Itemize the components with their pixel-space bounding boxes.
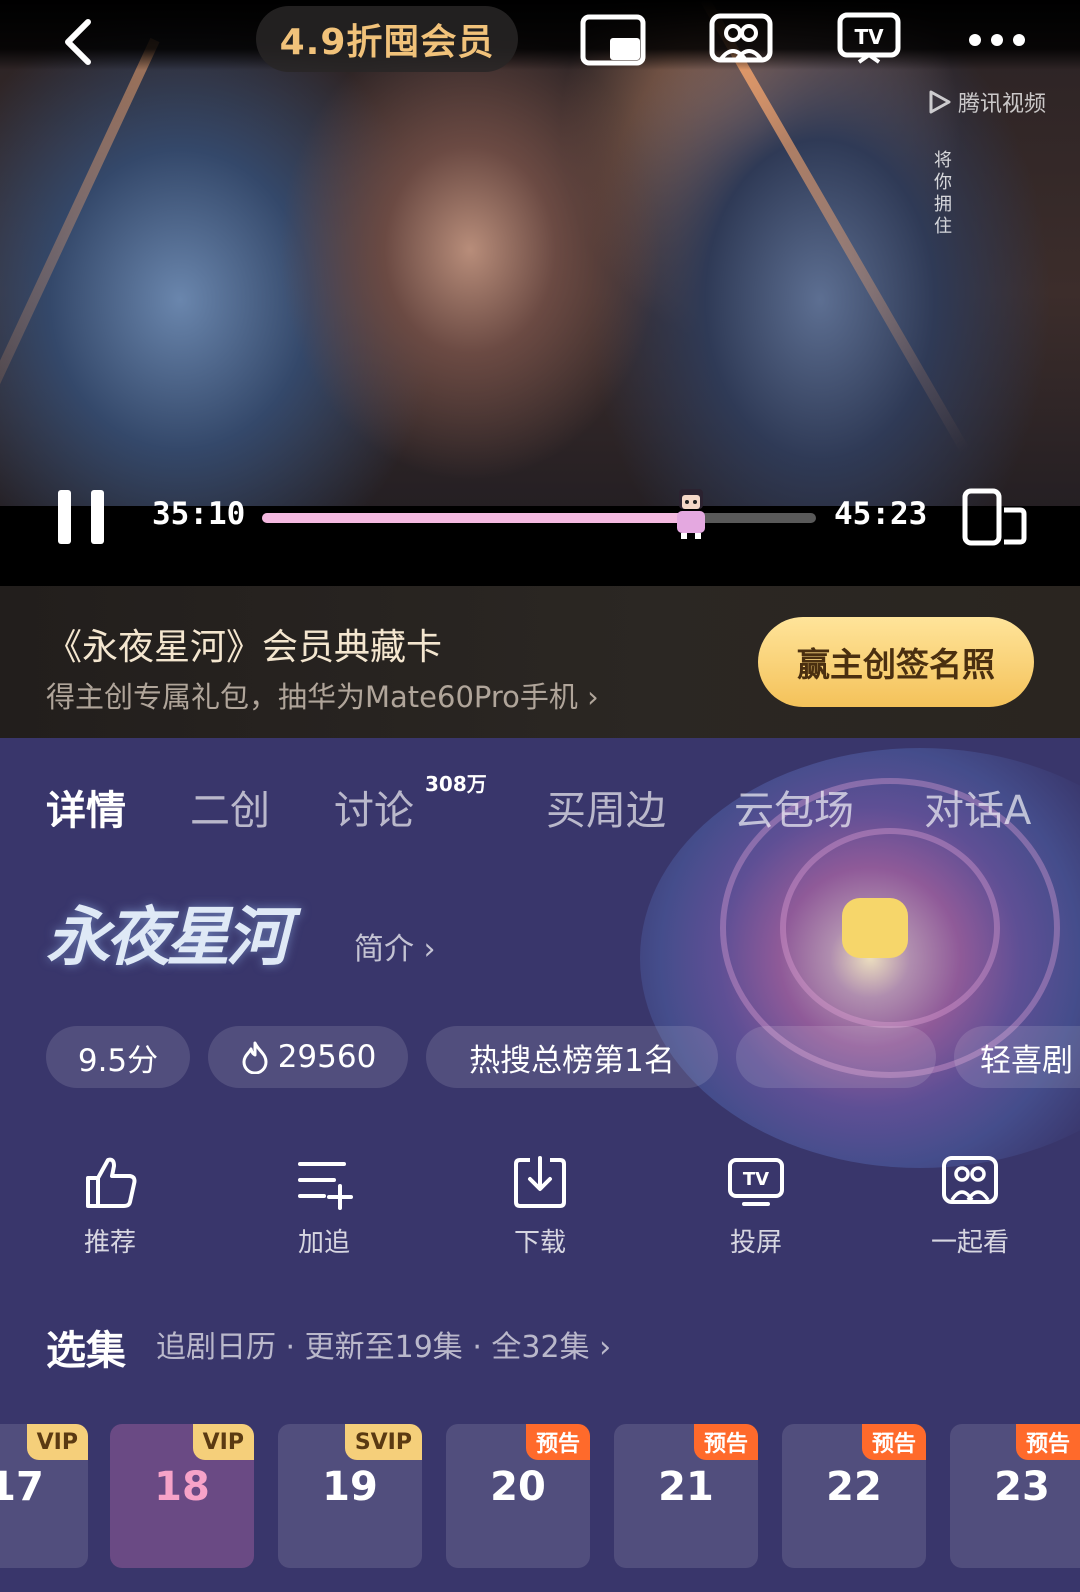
- episode-card[interactable]: 预告 20: [446, 1424, 590, 1568]
- membership-card-banner[interactable]: 《永夜星河》会员典藏卡 得主创专属礼包，抽华为Mate60Pro手机 › 赢主创…: [0, 586, 1080, 738]
- more-options-button[interactable]: [962, 10, 1032, 70]
- heat-chip[interactable]: 29560: [208, 1026, 408, 1088]
- more-dots-icon: [969, 34, 1025, 46]
- pause-button[interactable]: [56, 488, 106, 546]
- flame-icon: [242, 1041, 268, 1074]
- video-player[interactable]: 4.9折囤会员 TV 腾讯视频 将你拥住 35:10 45:23: [0, 0, 1080, 586]
- tab-fan-creations[interactable]: 二创: [190, 778, 270, 836]
- tencent-video-watermark: 腾讯视频: [926, 86, 1046, 118]
- preview-tag: 预告: [525, 1424, 590, 1460]
- episode-number: 17: [0, 1464, 44, 1510]
- vip-tag: VIP: [26, 1424, 88, 1460]
- current-time: 35:10: [152, 496, 246, 532]
- banner-subtitle-link[interactable]: 得主创专属礼包，抽华为Mate60Pro手机 ›: [46, 674, 599, 716]
- add-to-watchlist-button[interactable]: 加追: [264, 1152, 384, 1259]
- svip-tag: SVIP: [344, 1424, 422, 1460]
- top-gradient: [0, 0, 1080, 70]
- win-signed-photo-button[interactable]: 赢主创签名照: [758, 617, 1034, 707]
- vip-tag: VIP: [192, 1424, 254, 1460]
- discussion-count-badge: 308万: [425, 772, 487, 796]
- membership-promo-button[interactable]: 4.9折囤会员: [256, 6, 518, 72]
- back-button[interactable]: [48, 12, 108, 72]
- tv-cast-top-button[interactable]: TV: [834, 10, 904, 70]
- genre-chip[interactable]: 轻喜剧: [954, 1026, 1080, 1088]
- blank-chip[interactable]: [736, 1026, 936, 1088]
- total-time: 45:23: [834, 496, 928, 532]
- watch-together-button[interactable]: 一起看: [910, 1152, 1030, 1259]
- episode-section-title: 选集: [46, 1328, 126, 1374]
- episode-subtitle-vertical: 将你拥住: [934, 150, 952, 237]
- episode-card[interactable]: 预告 22: [782, 1424, 926, 1568]
- watch-together-top-button[interactable]: [706, 10, 776, 70]
- svg-text:TV: TV: [743, 1169, 769, 1190]
- heat-value: 29560: [277, 1039, 377, 1075]
- tab-cloud-screening[interactable]: 云包场: [734, 778, 854, 836]
- picture-in-picture-button[interactable]: [578, 10, 648, 70]
- rating-chip[interactable]: 9.5分: [46, 1026, 190, 1088]
- watch-together-icon: [709, 13, 773, 63]
- preview-tag: 预告: [1015, 1424, 1080, 1460]
- episode-card[interactable]: 预告 23: [950, 1424, 1080, 1568]
- cast-to-tv-button[interactable]: TV 投屏: [696, 1152, 816, 1259]
- chevron-left-icon: [65, 19, 91, 65]
- banner-title: 《永夜星河》会员典藏卡: [46, 627, 443, 668]
- star-mascot-icon: [842, 898, 908, 958]
- add-to-watchlist-label: 加追: [297, 1228, 350, 1258]
- episode-number: 23: [994, 1464, 1050, 1510]
- recommend-label: 推荐: [83, 1228, 136, 1258]
- watch-together-icon: [942, 1156, 998, 1204]
- episode-number: 21: [658, 1464, 714, 1510]
- pip-icon: [580, 14, 646, 66]
- episode-card[interactable]: VIP 17: [0, 1424, 88, 1568]
- fullscreen-rotate-button[interactable]: [962, 488, 1028, 546]
- tab-details[interactable]: 详情: [46, 778, 126, 836]
- tencent-video-logo-icon: [929, 90, 951, 114]
- download-button[interactable]: 下载: [480, 1152, 600, 1259]
- episode-number: 22: [826, 1464, 882, 1510]
- progress-bar[interactable]: [262, 489, 816, 539]
- light-streak: [0, 37, 160, 514]
- thumbs-up-icon: [86, 1157, 137, 1208]
- preview-tag: 预告: [861, 1424, 926, 1460]
- tab-merchandise[interactable]: 买周边: [546, 778, 666, 836]
- tab-ai-chat[interactable]: 对话A: [924, 778, 1031, 836]
- video-detail-page: 4.9折囤会员 TV 腾讯视频 将你拥住 35:10 45:23 《永夜星河》会…: [0, 0, 1080, 1592]
- svg-text:TV: TV: [854, 25, 884, 49]
- tv-cast-icon: TV: [837, 12, 901, 64]
- episode-card-current[interactable]: VIP 18: [110, 1424, 254, 1568]
- watch-together-label: 一起看: [930, 1228, 1009, 1258]
- progress-fill: [262, 513, 692, 523]
- cast-to-tv-label: 投屏: [729, 1228, 782, 1258]
- detail-panel: 详情 二创 讨论 308万 买周边 云包场 对话A 永夜星河 简介 › 9.5分…: [0, 738, 1080, 1592]
- episode-calendar-link[interactable]: 追剧日历 · 更新至19集 · 全32集 ›: [156, 1322, 611, 1366]
- episode-card[interactable]: 预告 21: [614, 1424, 758, 1568]
- recommend-button[interactable]: 推荐: [50, 1152, 170, 1259]
- download-icon: [514, 1156, 566, 1208]
- watermark-text: 腾讯视频: [958, 92, 1047, 117]
- tv-cast-icon: TV: [728, 1158, 784, 1206]
- episode-number: 20: [490, 1464, 546, 1510]
- synopsis-link[interactable]: 简介 ›: [354, 924, 436, 968]
- add-list-icon: [298, 1162, 353, 1210]
- episode-card[interactable]: SVIP 19: [278, 1424, 422, 1568]
- tab-discussion[interactable]: 讨论: [334, 778, 414, 836]
- progress-thumb-mascot-icon[interactable]: [671, 483, 711, 539]
- episode-number: 18: [154, 1464, 210, 1510]
- episode-number: 19: [322, 1464, 378, 1510]
- show-title-logo: 永夜星河: [46, 900, 290, 975]
- download-label: 下载: [513, 1228, 566, 1258]
- preview-tag: 预告: [693, 1424, 758, 1460]
- hot-search-rank-chip[interactable]: 热搜总榜第1名: [426, 1026, 718, 1088]
